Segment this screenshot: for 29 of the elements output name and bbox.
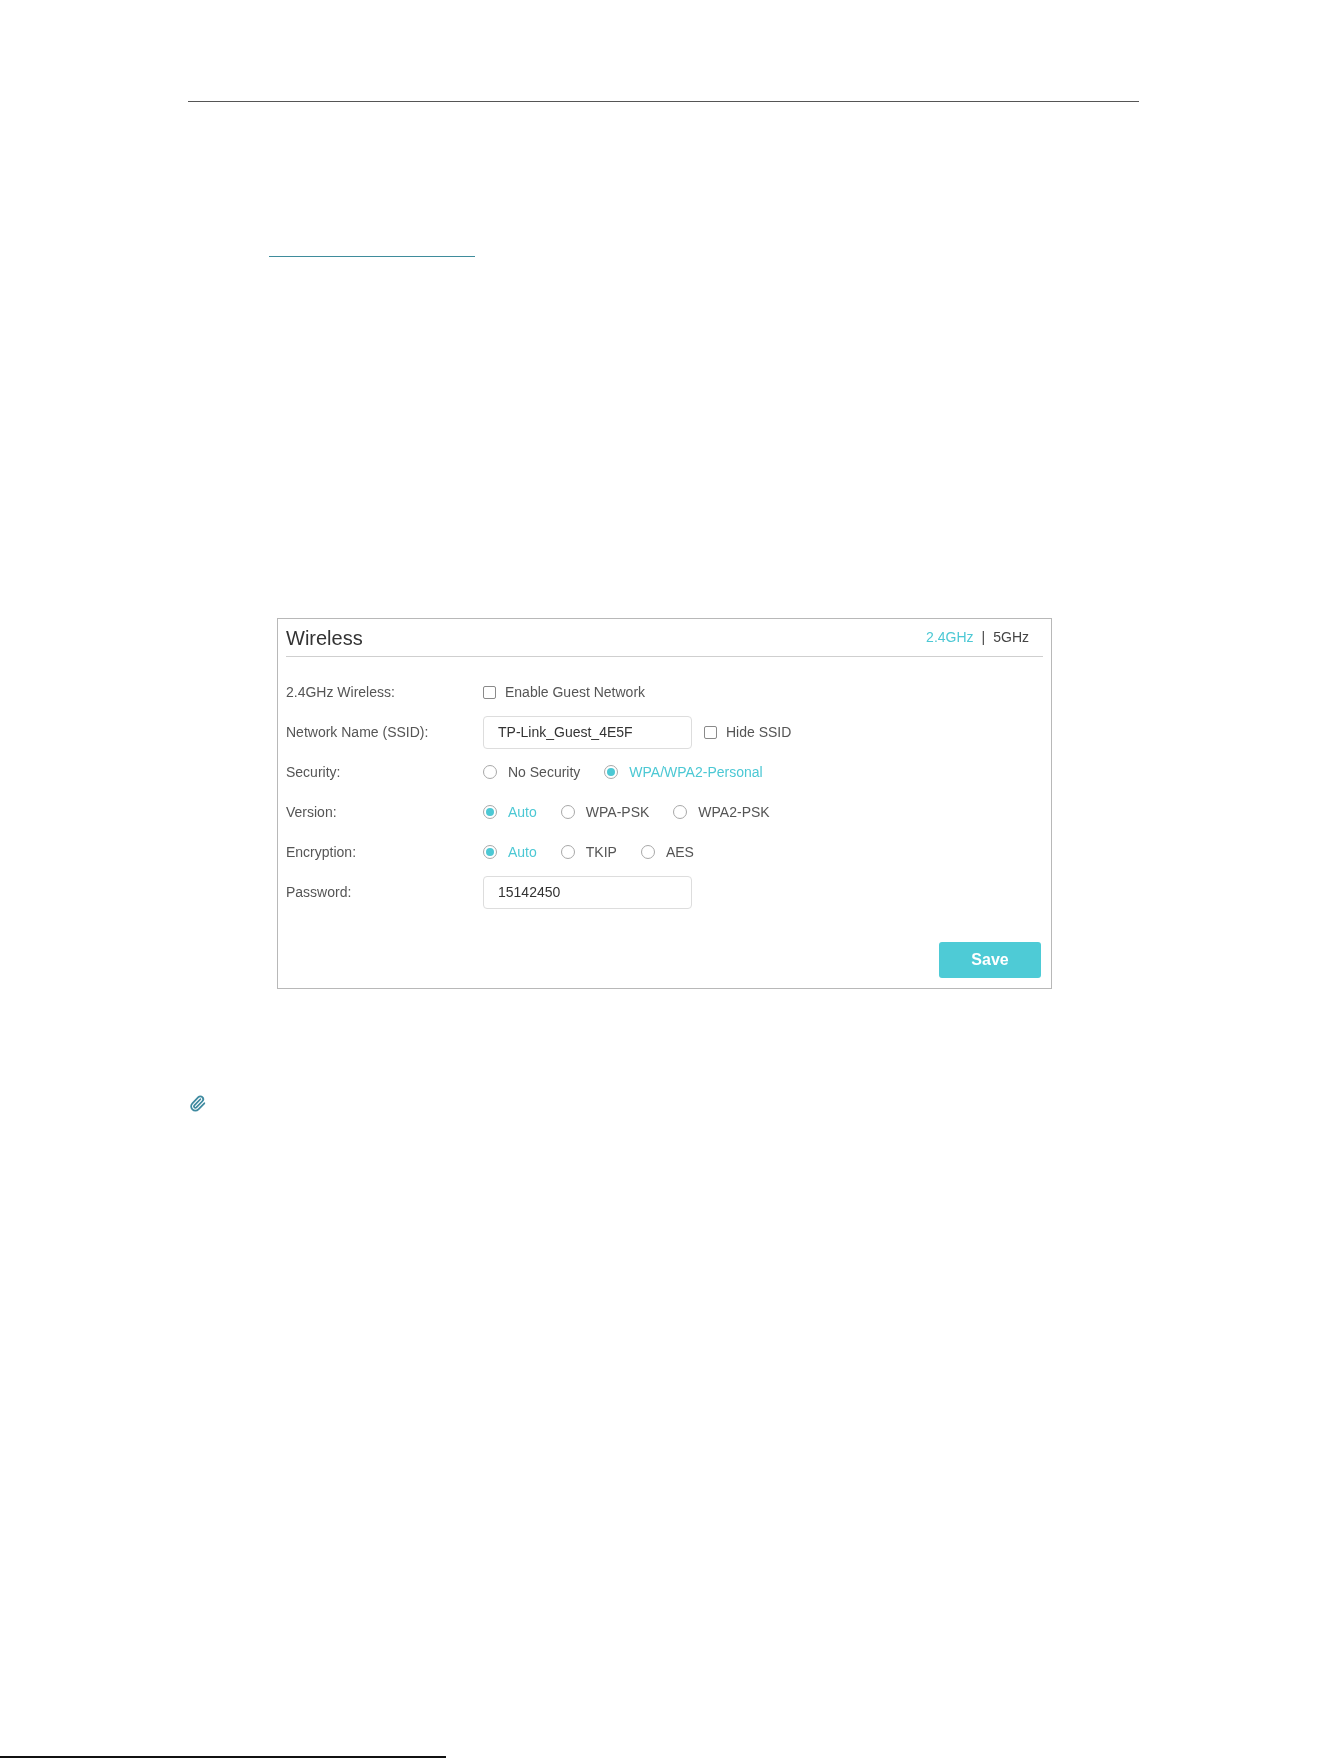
radio-button[interactable] <box>673 805 688 819</box>
radio-button[interactable] <box>560 805 575 819</box>
option-label[interactable]: WPA2-PSK <box>698 801 770 823</box>
radio-button[interactable] <box>483 845 497 859</box>
paperclip-icon <box>189 1095 206 1112</box>
field-label: Version: <box>286 802 338 822</box>
option-label[interactable]: Enable Guest Network <box>505 681 646 703</box>
radio-button[interactable] <box>560 845 575 859</box>
checkbox[interactable] <box>483 685 496 699</box>
panel-title: Wireless <box>286 625 363 651</box>
field-label: Security: <box>286 762 342 782</box>
tab-separator: | <box>981 628 986 647</box>
field-label: Encryption: <box>286 842 358 862</box>
option-label[interactable]: Hide SSID <box>726 721 792 743</box>
input-field[interactable]: 15142450 <box>483 875 692 909</box>
option-label[interactable]: TKIP <box>585 841 617 863</box>
checkbox[interactable] <box>704 725 717 739</box>
radio-button[interactable] <box>640 845 655 859</box>
field-label: 2.4GHz Wireless: <box>286 682 396 702</box>
field-label: Network Name (SSID): <box>286 722 430 742</box>
field-label: Password: <box>286 882 353 902</box>
input-field[interactable]: TP-Link_Guest_4E5F <box>483 715 692 749</box>
option-label[interactable]: AES <box>665 841 694 863</box>
option-label[interactable]: WPA-PSK <box>585 801 650 823</box>
option-label[interactable]: No Security <box>508 761 581 783</box>
band-tab[interactable]: 5GHz <box>993 627 1029 648</box>
radio-button[interactable] <box>604 765 619 779</box>
radio-button[interactable] <box>483 765 497 779</box>
radio-button[interactable] <box>483 805 497 819</box>
